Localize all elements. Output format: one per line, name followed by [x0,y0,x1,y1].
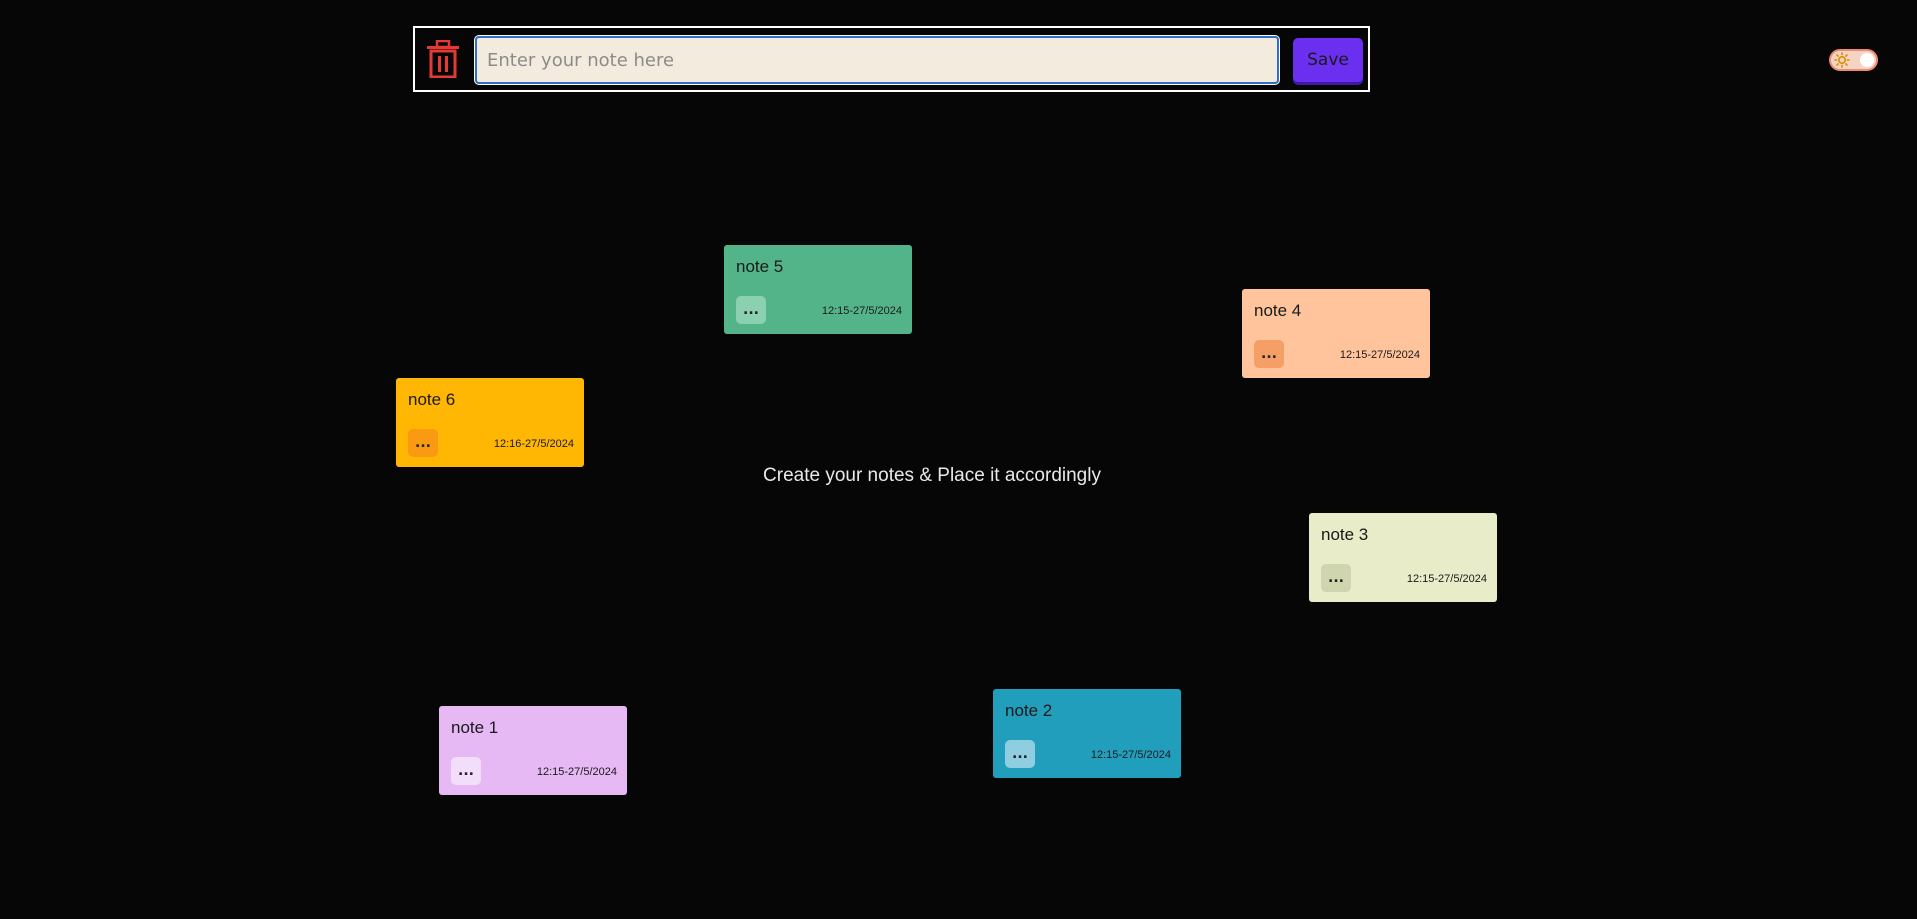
note-menu-button[interactable]: ... [736,296,766,324]
note-title: note 3 [1321,525,1369,544]
note-title: note 6 [408,390,456,409]
delete-button[interactable] [425,39,461,79]
note-timestamp: 12:16-27/5/2024 [493,438,574,450]
sticky-note[interactable]: note 4 ... 12:15-27/5/2024 [1242,289,1430,378]
theme-toggle[interactable] [1829,49,1878,71]
sticky-note[interactable]: note 3 ... 12:15-27/5/2024 [1309,513,1497,602]
note-title: note 1 [451,718,499,737]
note-timestamp: 12:15-27/5/2024 [1406,573,1487,585]
note-title: note 4 [1254,301,1302,320]
canvas-hint: Create your notes & Place it accordingly [763,465,1101,486]
note-editor-bar: Save [413,26,1370,92]
sticky-note[interactable]: note 1 ... 12:15-27/5/2024 [439,706,627,795]
note-menu-button[interactable]: ... [451,757,481,785]
trash-icon [427,39,459,79]
note-timestamp: 12:15-27/5/2024 [1090,749,1171,761]
toggle-knob [1860,53,1874,67]
sticky-note[interactable]: note 2 ... 12:15-27/5/2024 [993,689,1181,778]
sun-icon [1834,52,1850,68]
save-button[interactable]: Save [1293,38,1363,82]
note-menu-button[interactable]: ... [1005,740,1035,768]
note-timestamp: 12:15-27/5/2024 [821,305,902,317]
app-canvas: Save Create your notes & Place it accord… [0,0,1917,919]
note-menu-button[interactable]: ... [1254,340,1284,368]
note-menu-button[interactable]: ... [1321,564,1351,592]
note-input[interactable] [474,35,1280,85]
note-menu-button[interactable]: ... [408,429,438,457]
note-timestamp: 12:15-27/5/2024 [536,766,617,778]
note-timestamp: 12:15-27/5/2024 [1339,349,1420,361]
note-title: note 5 [736,257,784,276]
sticky-note[interactable]: note 6 ... 12:16-27/5/2024 [396,378,584,467]
sticky-note[interactable]: note 5 ... 12:15-27/5/2024 [724,245,912,334]
note-title: note 2 [1005,701,1053,720]
